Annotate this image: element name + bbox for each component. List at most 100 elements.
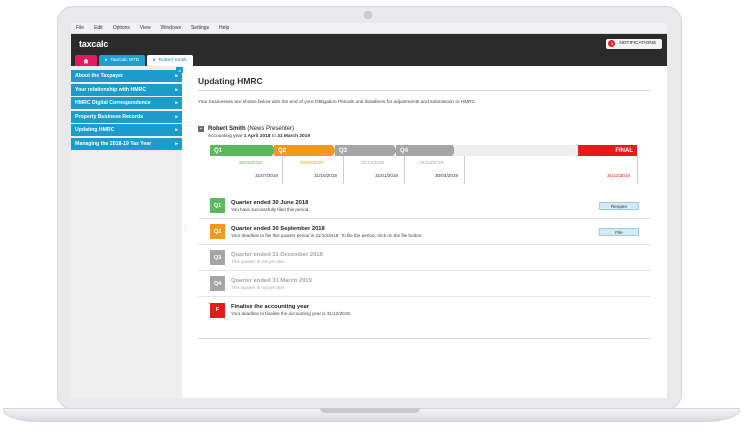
app-window: File Edit Options View Windows Settings … (71, 23, 667, 398)
timeline-q2: Q2 (274, 145, 336, 156)
expand-toggle[interactable]: ▪ (198, 126, 204, 132)
obligation-timeline: Q1 Q2 Q3 Q4 FINAL 30/06/2018 30/09/2018 … (198, 145, 651, 187)
menu-help[interactable]: Help (219, 25, 229, 31)
notifications-count: 3 (608, 40, 616, 47)
timeline-q4: Q4 (396, 145, 456, 156)
deadline-q2: 31/10/2018 (314, 173, 337, 178)
person-role: (News Presenter) (247, 126, 295, 132)
obligation-list: Q1 Quarter ended 30 June 2018 You have s… (198, 193, 651, 323)
caret-right-icon: ▸ (175, 100, 178, 106)
tab-client[interactable]: ▸ Robert Smith (147, 55, 193, 66)
deadline-q4: 30/04/2019 (435, 173, 458, 178)
period-end: 31 March 2019 (277, 134, 311, 139)
accounting-period: Accounting year 1 April 2018 to 31 March… (208, 134, 651, 139)
period-start: 1 April 2018 (243, 134, 271, 139)
quarter-title: Quarter ended 30 September 2018 (231, 225, 325, 232)
menu-bar: File Edit Options View Windows Settings … (71, 23, 667, 34)
main-panel: Updating HMRC Your businesses are shown … (182, 66, 667, 398)
business-header: ▪ Robert Smith (News Presenter) (198, 126, 651, 132)
page-intro: Your businesses are shown below with the… (198, 100, 477, 105)
timeline-tick (282, 156, 283, 184)
caret-right-icon: ▸ (175, 113, 178, 120)
menu-edit[interactable]: Edit (94, 25, 103, 31)
timeline-tick (464, 156, 465, 184)
timeline-final: FINAL (578, 145, 637, 156)
page-title: Updating HMRC (198, 76, 651, 91)
quarter-badge: Q1 (210, 198, 225, 213)
timeline-label: Q2 (278, 147, 287, 154)
menu-view[interactable]: View (140, 25, 151, 31)
quarter-badge: Q3 (210, 250, 225, 265)
deadline-final: 31/12/2019 (607, 173, 630, 178)
caret-right-icon: ▸ (175, 127, 178, 133)
menu-settings[interactable]: Settings (191, 25, 209, 31)
sidebar-item-label: Property Business Records (75, 113, 144, 120)
home-tab[interactable] (75, 55, 97, 66)
menu-options[interactable]: Options (113, 25, 130, 31)
timeline-q1: Q1 (210, 145, 276, 156)
quarter-badge: Q4 (210, 276, 225, 291)
quarter-title: Quarter ended 30 June 2018 (231, 199, 309, 206)
camera (364, 11, 372, 19)
tab-bar: ▸ TaxCalc MTD ▸ Robert Smith (71, 53, 667, 66)
deadline-q1: 31/07/2018 (255, 173, 278, 178)
due-date-q3: 31/12/2018 (361, 160, 384, 165)
home-icon (83, 58, 89, 63)
caret-right-icon: ▸ (175, 73, 178, 79)
sidebar-item-updating-hmrc[interactable]: Updating HMRC ▸ (71, 124, 182, 136)
sidebar-item-digital-correspondence[interactable]: HMRC Digital Correspondence ▸ (71, 97, 182, 109)
reopen-button[interactable]: Reopen (599, 202, 639, 210)
timeline-gap (454, 145, 578, 156)
list-item: Q2 Quarter ended 30 September 2018 Your … (198, 219, 651, 245)
menu-windows[interactable]: Windows (161, 25, 181, 31)
deadline-q3: 31/01/2019 (375, 173, 398, 178)
tab-label: Robert Smith (158, 58, 187, 63)
quarter-title: Quarter ended 31 March 2019 (231, 277, 312, 284)
timeline-label: Q1 (214, 147, 223, 154)
tab-taxcalc-mtd[interactable]: ▸ TaxCalc MTD (99, 55, 146, 66)
period-to: to (271, 134, 276, 139)
divider (198, 338, 651, 339)
content-area: ◂ About the Taxpayer ▸ Your relationship … (71, 66, 667, 398)
sidebar-item-property-records[interactable]: Property Business Records ▸ (71, 110, 182, 123)
sidebar-item-label: Managing the 2018-19 Tax Year (75, 140, 152, 147)
file-button[interactable]: File (599, 228, 639, 236)
menu-file[interactable]: File (76, 25, 84, 31)
final-title: Finalise the accounting year (231, 304, 309, 310)
quarter-title: Quarter ended 31 December 2018 (231, 251, 323, 258)
final-status: Your deadline to finalise the accounting… (231, 311, 352, 316)
timeline-tick (343, 156, 344, 184)
notifications-button[interactable]: 3 NOTIFICATIONS (606, 38, 662, 49)
sidebar-item-about-taxpayer[interactable]: About the Taxpayer ▸ (71, 70, 182, 82)
chevron-right-icon: ▸ (105, 58, 108, 63)
timeline-q3: Q3 (335, 145, 397, 156)
due-date-q1: 30/06/2018 (239, 160, 262, 165)
timeline-label: Q4 (400, 147, 409, 154)
period-prefix: Accounting year (208, 134, 243, 139)
timeline-tick (637, 156, 638, 184)
due-date-q2: 30/09/2018 (300, 160, 323, 165)
notifications-label: NOTIFICATIONS (619, 41, 656, 46)
sidebar-item-label: Your relationship with HMRC (75, 86, 147, 93)
timeline-tick (404, 156, 405, 184)
list-item: Q3 Quarter ended 31 December 2018 This q… (198, 245, 651, 271)
quarter-status: Your deadline to file this quarter perio… (231, 232, 423, 238)
quarter-status: This quarter is not yet due. (231, 258, 286, 264)
due-date-q4: 31/03/2019 (420, 160, 443, 165)
sidebar-item-relationship-hmrc[interactable]: Your relationship with HMRC ▸ (71, 83, 182, 96)
laptop-notch (320, 408, 420, 413)
list-item: Q4 Quarter ended 31 March 2019 This quar… (198, 271, 651, 297)
timeline-label: FINAL (615, 147, 633, 154)
app-logo: taxcalc (79, 38, 109, 49)
sidebar-item-label: About the Taxpayer (75, 73, 124, 79)
app-header: taxcalc 3 NOTIFICATIONS (71, 34, 667, 53)
tab-label: TaxCalc MTD (110, 58, 140, 63)
quarter-status: You have successfully filed this period. (231, 206, 310, 212)
sidebar-item-label: Updating HMRC (75, 127, 115, 133)
quarter-badge: Q2 (210, 224, 225, 239)
person-name: Robert Smith (208, 126, 246, 132)
sidebar-item-tax-year[interactable]: Managing the 2018-19 Tax Year ▸ (71, 137, 182, 150)
list-item: Q1 Quarter ended 30 June 2018 You have s… (198, 193, 651, 219)
quarter-status: This quarter is not yet due. (231, 284, 286, 290)
timeline-label: Q3 (339, 147, 348, 154)
